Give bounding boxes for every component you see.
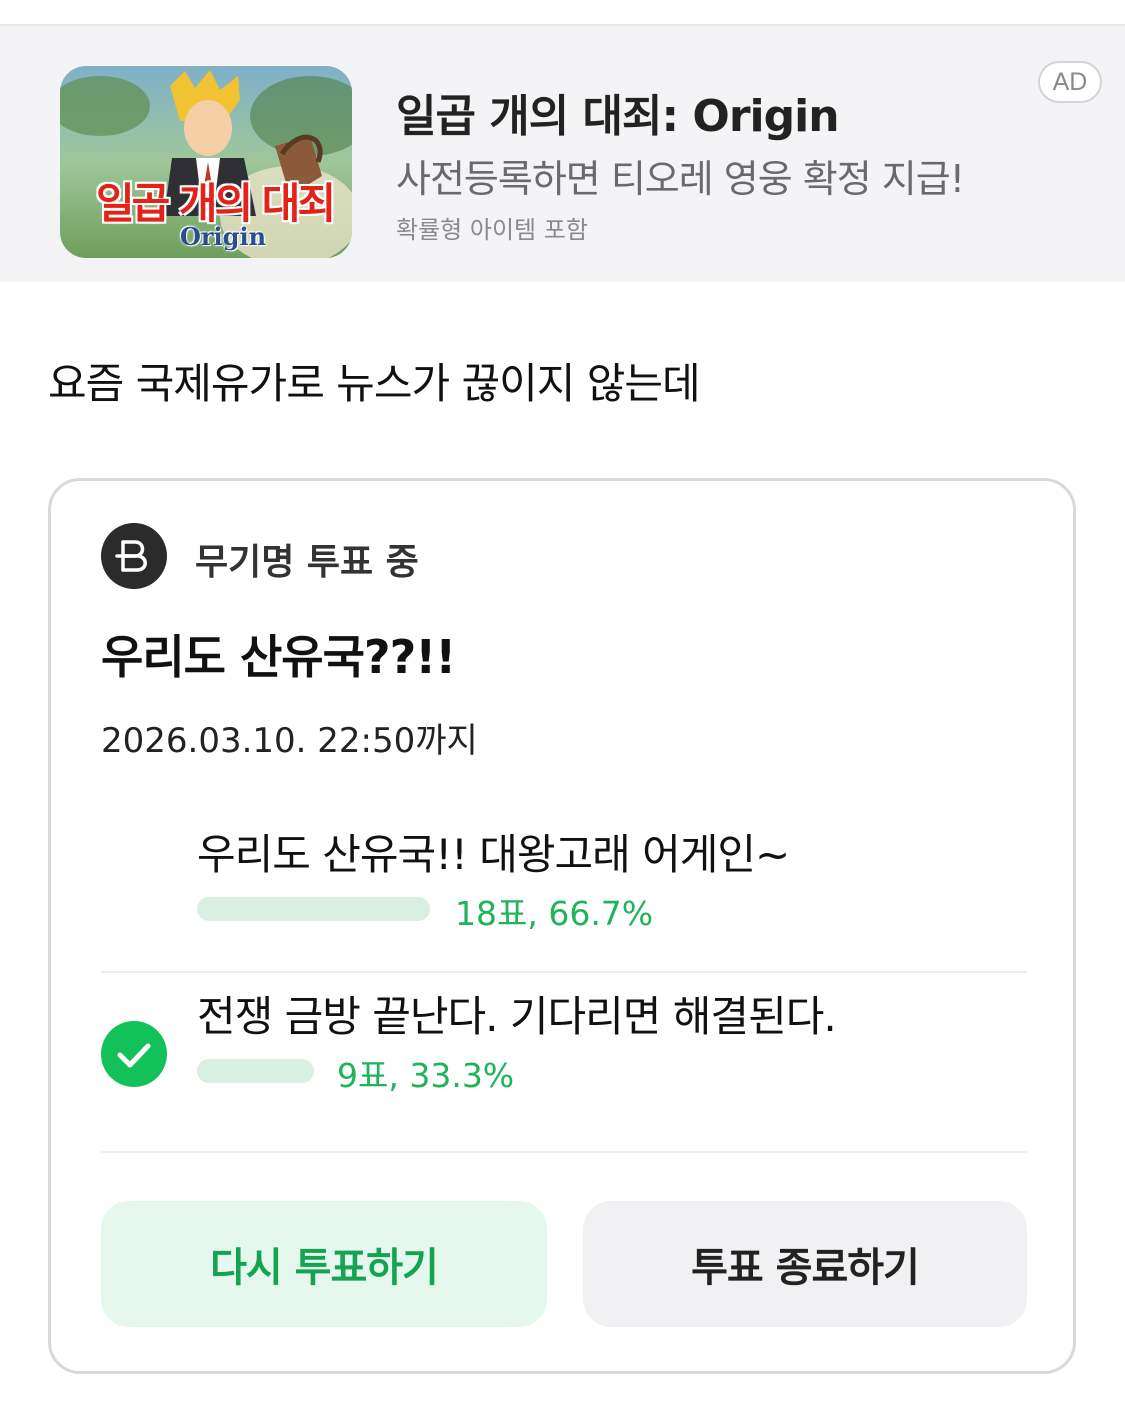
ad-thumbnail-sublogo: Origin <box>180 222 267 251</box>
ballot-icon <box>101 523 167 589</box>
vote-option-2[interactable]: 전쟁 금방 끝난다. 기다리면 해결된다. 9표, 33.3% <box>101 973 1027 1153</box>
post-body-text: 요즘 국제유가로 뉴스가 끊이지 않는데 <box>48 359 701 408</box>
vote-card: 무기명 투표 중 우리도 산유국??!! 2026.03.10. 22:50까지… <box>48 478 1076 1374</box>
vote-option-bar-fill <box>197 1059 314 1083</box>
vote-status-label: 무기명 투표 중 <box>195 542 419 583</box>
ad-thumbnail[interactable]: 일곱 개의 대죄 Origin <box>60 66 352 258</box>
vote-option-result: 18표, 66.7% <box>455 894 654 933</box>
ad-banner[interactable]: 일곱 개의 대죄 Origin 일곱 개의 대죄: Origin 사전등록하면 … <box>0 26 1125 282</box>
vote-deadline: 2026.03.10. 22:50까지 <box>101 721 478 761</box>
check-circle-icon <box>101 1021 167 1087</box>
ad-title[interactable]: 일곱 개의 대죄: Origin <box>396 80 840 144</box>
top-divider <box>0 0 1125 26</box>
ad-note: 확률형 아이템 포함 <box>396 216 588 244</box>
ad-description[interactable]: 사전등록하면 티오레 영웅 확정 지급! <box>396 148 965 203</box>
end-vote-button[interactable]: 투표 종료하기 <box>583 1201 1027 1327</box>
vote-question: 우리도 산유국??!! <box>101 630 456 684</box>
vote-option-1[interactable]: 우리도 산유국!! 대왕고래 어게인~ 18표, 66.7% <box>101 801 1027 973</box>
vote-option-bar-fill <box>197 897 431 921</box>
ad-badge[interactable]: AD <box>1038 61 1102 103</box>
vote-option-label: 우리도 산유국!! 대왕고래 어게인~ <box>197 830 790 879</box>
vote-option-label: 전쟁 금방 끝난다. 기다리면 해결된다. <box>197 992 837 1041</box>
revote-button[interactable]: 다시 투표하기 <box>101 1201 547 1327</box>
vote-option-result: 9표, 33.3% <box>337 1056 515 1095</box>
